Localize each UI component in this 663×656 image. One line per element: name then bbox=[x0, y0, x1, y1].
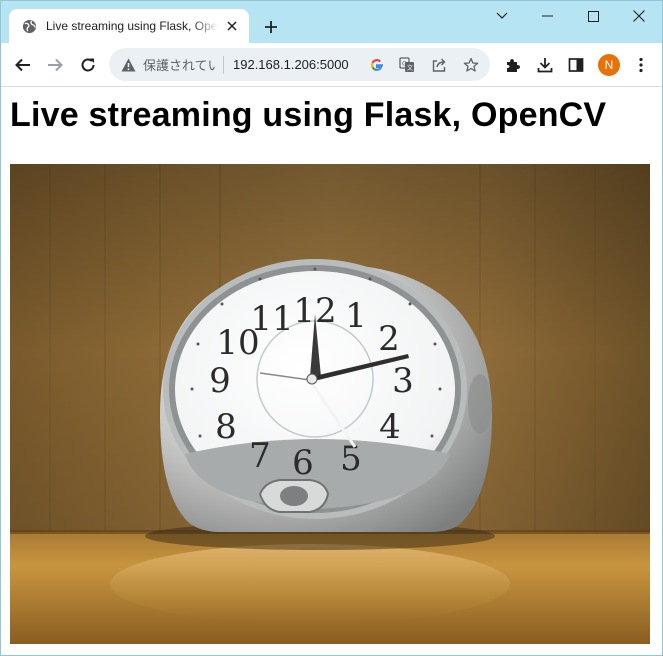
url-text[interactable]: 192.168.1.206:5000 bbox=[233, 57, 355, 72]
page-content: Live streaming using Flask, OpenCV 12 1 … bbox=[1, 87, 662, 655]
clock-numeral-11: 11 bbox=[250, 299, 293, 339]
clock-numeral-5: 5 bbox=[340, 439, 362, 479]
clock-numeral-6: 6 bbox=[292, 443, 314, 483]
google-icon[interactable] bbox=[367, 55, 387, 75]
clock-numeral-7: 7 bbox=[249, 436, 271, 476]
clock-numeral-2: 2 bbox=[378, 319, 400, 359]
tab-strip: Live streaming using Flask, OpenCV bbox=[1, 1, 662, 43]
plus-icon[interactable] bbox=[259, 15, 283, 39]
clock-numeral-4: 4 bbox=[379, 407, 401, 447]
translate-icon[interactable]: G 文 bbox=[397, 55, 417, 75]
download-icon[interactable] bbox=[531, 51, 559, 79]
svg-text:文: 文 bbox=[407, 64, 413, 72]
arrow-right-icon[interactable] bbox=[41, 51, 69, 79]
tab-title: Live streaming using Flask, OpenCV bbox=[46, 19, 218, 33]
security-chip[interactable]: 保護されていない通信 bbox=[121, 55, 224, 74]
clock-camera-image: 12 1 2 3 4 5 6 7 8 9 10 11 bbox=[10, 164, 650, 644]
clock-numeral-8: 8 bbox=[215, 407, 237, 447]
clock-numeral-1: 1 bbox=[345, 296, 367, 336]
share-icon[interactable] bbox=[429, 55, 449, 75]
globe-icon bbox=[21, 18, 37, 34]
clock-numeral-3: 3 bbox=[392, 361, 414, 401]
browser-tab[interactable]: Live streaming using Flask, OpenCV bbox=[9, 9, 249, 43]
arrow-left-icon[interactable] bbox=[9, 51, 37, 79]
reload-icon[interactable] bbox=[74, 51, 102, 79]
close-icon[interactable] bbox=[625, 5, 653, 27]
kebab-menu-icon[interactable] bbox=[627, 51, 655, 79]
star-icon[interactable] bbox=[461, 55, 481, 75]
side-panel-icon[interactable] bbox=[562, 51, 590, 79]
browser-window: Live streaming using Flask, OpenCV bbox=[0, 0, 663, 656]
warning-icon bbox=[121, 58, 136, 72]
close-tab-icon[interactable] bbox=[223, 17, 241, 35]
address-bar[interactable]: 保護されていない通信 192.168.1.206:5000 G 文 bbox=[109, 48, 490, 81]
minimize-icon[interactable] bbox=[533, 5, 561, 27]
puzzle-icon[interactable] bbox=[499, 51, 527, 79]
chevron-down-icon[interactable] bbox=[488, 5, 516, 27]
browser-toolbar: 保護されていない通信 192.168.1.206:5000 G 文 bbox=[1, 43, 662, 87]
page-title: Live streaming using Flask, OpenCV bbox=[10, 96, 607, 134]
clock-numeral-9: 9 bbox=[209, 361, 231, 401]
maximize-icon[interactable] bbox=[579, 5, 607, 27]
video-feed: 12 1 2 3 4 5 6 7 8 9 10 11 bbox=[10, 164, 650, 644]
security-label: 保護されていない通信 bbox=[143, 58, 215, 73]
profile-avatar[interactable]: N bbox=[598, 54, 620, 76]
